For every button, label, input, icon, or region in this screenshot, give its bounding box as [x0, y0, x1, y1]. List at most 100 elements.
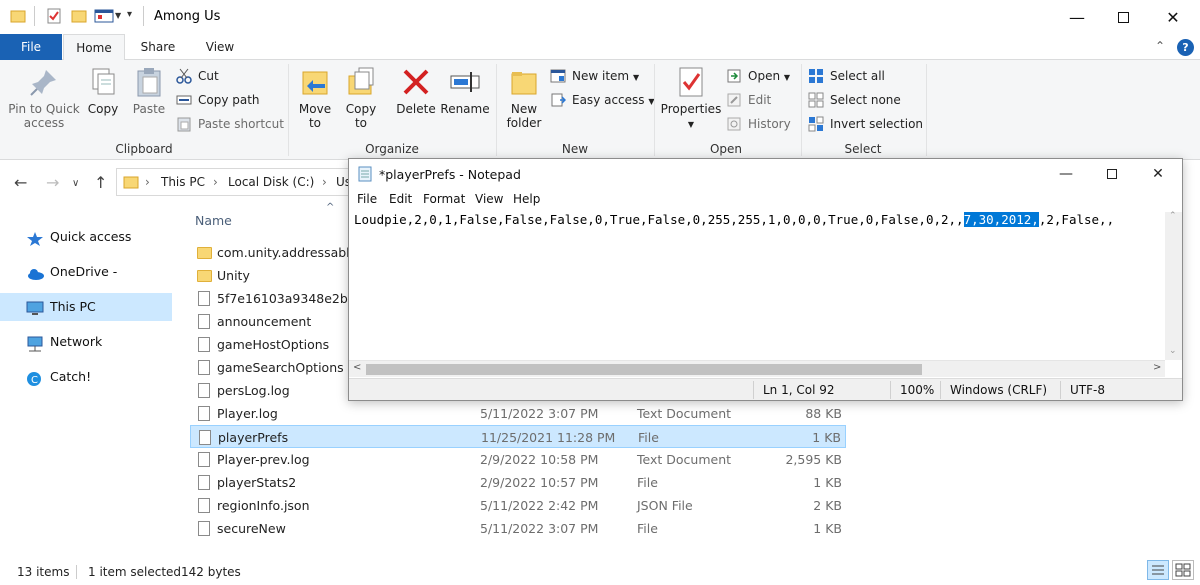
copy-icon — [87, 66, 119, 98]
rename-button[interactable]: Rename — [440, 66, 490, 116]
copy-to-button[interactable]: Copy to — [340, 66, 382, 130]
properties-icon — [675, 66, 707, 98]
file-row[interactable]: secureNew 5/11/2022 3:07 PM File 1 KB — [190, 517, 846, 540]
up-arrow-icon[interactable]: ↑ — [94, 173, 107, 192]
easy-access-button[interactable]: Easy access ▼ — [550, 90, 655, 110]
notepad-close-button[interactable]: ✕ — [1135, 159, 1181, 189]
recent-locations-icon[interactable]: ∨ — [72, 178, 79, 189]
view-icon[interactable] — [94, 8, 114, 24]
details-view-button[interactable] — [1147, 560, 1169, 580]
tab-file[interactable]: File — [0, 34, 62, 60]
nav-quick-access[interactable]: Quick access — [0, 223, 172, 251]
menu-view[interactable]: View — [475, 192, 503, 206]
file-name: gameHostOptions — [217, 337, 330, 352]
scroll-right-icon[interactable]: > — [1153, 362, 1161, 373]
help-icon[interactable]: ? — [1177, 39, 1194, 56]
scroll-up-icon[interactable]: ⌃ — [1169, 211, 1177, 221]
divider — [801, 64, 802, 156]
select-none-button[interactable]: Select none — [808, 90, 901, 110]
breadcrumb-local-disk[interactable]: Local Disk (C:) — [228, 175, 314, 189]
new-folder-icon[interactable] — [71, 8, 87, 24]
address-bar[interactable]: › This PC › Local Disk (C:) › Us — [116, 168, 356, 196]
text-before-selection: Loudpie,2,0,1,False,False,False,0,True,F… — [354, 212, 964, 227]
close-icon: ✕ — [1166, 7, 1180, 27]
file-icon — [198, 337, 210, 352]
status-item-count: 13 items — [17, 565, 70, 579]
properties-button[interactable]: Properties ▼ — [660, 66, 722, 132]
select-all-button[interactable]: Select all — [808, 66, 885, 86]
tab-share[interactable]: Share — [128, 34, 188, 60]
file-name: com.unity.addressable — [217, 245, 358, 260]
customize-qat-icon[interactable]: ▾ — [127, 9, 132, 20]
new-item-button[interactable]: New item ▼ — [550, 66, 639, 86]
file-row[interactable]: regionInfo.json 5/11/2022 2:42 PM JSON Fil… — [190, 494, 846, 517]
invert-selection-button[interactable]: Invert selection — [808, 114, 923, 134]
notepad-text-area[interactable]: Loudpie,2,0,1,False,False,False,0,True,F… — [354, 212, 1114, 227]
maximize-button[interactable] — [1100, 0, 1146, 34]
file-date: 5/11/2022 2:42 PM — [480, 498, 599, 513]
select-none-label: Select none — [830, 93, 901, 107]
horizontal-scroll-thumb[interactable] — [366, 364, 922, 375]
cloud-icon — [26, 264, 44, 280]
notepad-minimize-button[interactable]: — — [1043, 159, 1089, 189]
tab-home[interactable]: Home — [63, 34, 125, 61]
nav-catch[interactable]: C Catch! — [0, 363, 172, 391]
cut-button[interactable]: Cut — [176, 66, 219, 86]
large-icons-view-button[interactable] — [1172, 560, 1194, 580]
back-arrow-icon[interactable]: ← — [14, 173, 27, 192]
new-folder-button[interactable]: New folder — [502, 66, 546, 130]
star-icon — [26, 229, 44, 246]
history-button[interactable]: History — [726, 114, 791, 134]
pin-to-quick-access-button[interactable]: Pin to Quick access — [6, 66, 82, 130]
edit-button[interactable]: Edit — [726, 90, 771, 110]
horizontal-scrollbar[interactable]: < > — [349, 360, 1165, 377]
menu-edit[interactable]: Edit — [389, 192, 412, 206]
close-icon: ✕ — [1152, 166, 1164, 182]
file-name: secureNew — [217, 521, 286, 536]
copy-path-button[interactable]: Copy path — [176, 90, 260, 110]
paste-shortcut-button[interactable]: Paste shortcut — [176, 114, 284, 134]
nav-onedrive[interactable]: OneDrive - Personal — [0, 258, 172, 307]
notepad-title-bar[interactable]: *playerPrefs - Notepad — ✕ — [349, 159, 1182, 189]
notepad-window[interactable]: *playerPrefs - Notepad — ✕ File Edit For… — [348, 158, 1183, 401]
nav-network[interactable]: Network — [0, 328, 172, 356]
nav-this-pc[interactable]: This PC — [0, 293, 172, 321]
vertical-scrollbar[interactable]: ⌃ ⌄ — [1165, 211, 1182, 360]
new-item-icon — [550, 68, 566, 84]
scroll-left-icon[interactable]: < — [353, 362, 361, 373]
file-type: Text Document — [637, 406, 732, 421]
chevron-down-icon[interactable]: ▼ — [115, 11, 121, 20]
file-row[interactable]: Player.log 5/11/2022 3:07 PM Text Document… — [190, 402, 846, 425]
breadcrumb-this-pc[interactable]: This PC — [161, 175, 205, 189]
file-row[interactable]: playerStats2 2/9/2022 10:57 PM File 1 KB — [190, 471, 846, 494]
scroll-down-icon[interactable]: ⌄ — [1169, 346, 1177, 356]
move-to-button[interactable]: Move to — [294, 66, 336, 130]
copy-button[interactable]: Copy — [84, 66, 122, 116]
collapse-ribbon-icon[interactable]: ⌃ — [1155, 39, 1165, 53]
notepad-maximize-button[interactable] — [1089, 159, 1135, 189]
open-button[interactable]: Open ▼ — [726, 66, 790, 86]
delete-button[interactable]: Delete — [394, 66, 438, 116]
copy-path-icon — [176, 92, 192, 108]
minimize-button[interactable]: — — [1054, 0, 1100, 34]
file-icon — [198, 452, 210, 467]
forward-arrow-icon[interactable]: → — [46, 173, 59, 192]
ribbon-tabs: File Home Share View — [0, 34, 1200, 61]
paste-button[interactable]: Paste — [128, 66, 170, 116]
menu-format[interactable]: Format — [423, 192, 465, 206]
file-size: 1 KB — [813, 475, 842, 490]
close-button[interactable]: ✕ — [1150, 0, 1196, 34]
file-row[interactable]: playerPrefs 11/25/2021 11:28 PM File 1 KB — [190, 425, 846, 448]
file-icon — [198, 383, 210, 398]
menu-help[interactable]: Help — [513, 192, 540, 206]
menu-file[interactable]: File — [357, 192, 377, 206]
invert-selection-icon — [808, 116, 824, 132]
file-date: 2/9/2022 10:58 PM — [480, 452, 599, 467]
tab-view[interactable]: View — [190, 34, 250, 60]
properties-icon[interactable] — [46, 8, 62, 24]
rename-icon — [449, 66, 481, 98]
file-name: gameSearchOptions — [217, 360, 344, 375]
file-type: File — [637, 475, 658, 490]
file-row[interactable]: Player-prev.log 2/9/2022 10:58 PM Text Doc… — [190, 448, 846, 471]
column-header-name[interactable]: Name — [195, 213, 232, 228]
